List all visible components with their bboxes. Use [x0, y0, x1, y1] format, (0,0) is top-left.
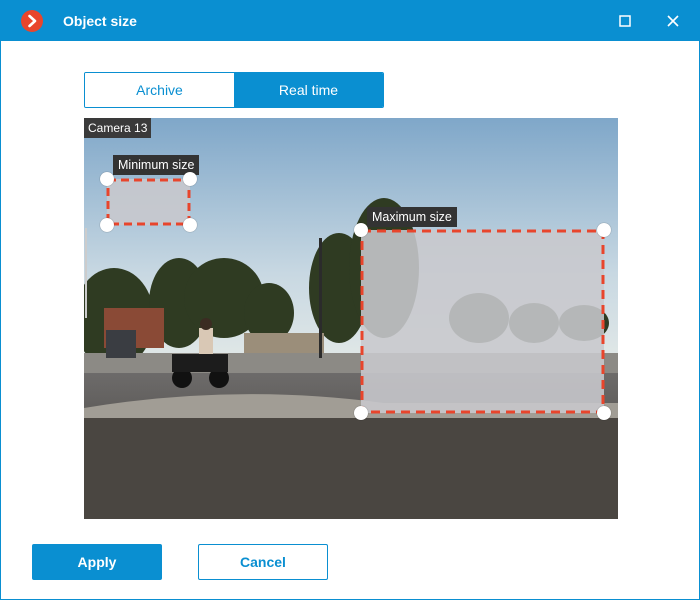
max-zone-handle-bottom-right[interactable]: [597, 406, 611, 420]
min-zone-handle-bottom-right[interactable]: [183, 218, 197, 232]
object-size-dialog: Object size Archive Real time Camera 13 …: [0, 0, 700, 600]
max-size-zone[interactable]: [360, 229, 605, 414]
apply-button[interactable]: Apply: [32, 544, 162, 580]
min-zone-handle-top-right[interactable]: [183, 172, 197, 186]
min-size-zone[interactable]: [106, 178, 191, 226]
max-zone-handle-top-right[interactable]: [597, 223, 611, 237]
camera-label: Camera 13: [84, 118, 152, 138]
dialog-title: Object size: [63, 13, 137, 29]
mode-tabs: Archive Real time: [84, 72, 384, 108]
cancel-button[interactable]: Cancel: [198, 544, 328, 580]
title-bar: Object size: [1, 1, 699, 41]
max-zone-handle-bottom-left[interactable]: [354, 406, 368, 420]
maximize-icon[interactable]: [615, 11, 635, 31]
camera-video-view[interactable]: Camera 13 Minimum size Maximum size: [84, 118, 618, 519]
chevron-right-logo-icon: [21, 10, 43, 32]
close-icon[interactable]: [663, 11, 683, 31]
tab-archive[interactable]: Archive: [85, 73, 234, 107]
max-zone-border: [360, 229, 605, 414]
max-zone-handle-top-left[interactable]: [354, 223, 368, 237]
min-zone-handle-bottom-left[interactable]: [100, 218, 114, 232]
min-zone-handle-top-left[interactable]: [100, 172, 114, 186]
tab-real-time[interactable]: Real time: [234, 73, 383, 107]
max-zone-label: Maximum size: [367, 207, 457, 227]
min-zone-border: [106, 178, 191, 226]
